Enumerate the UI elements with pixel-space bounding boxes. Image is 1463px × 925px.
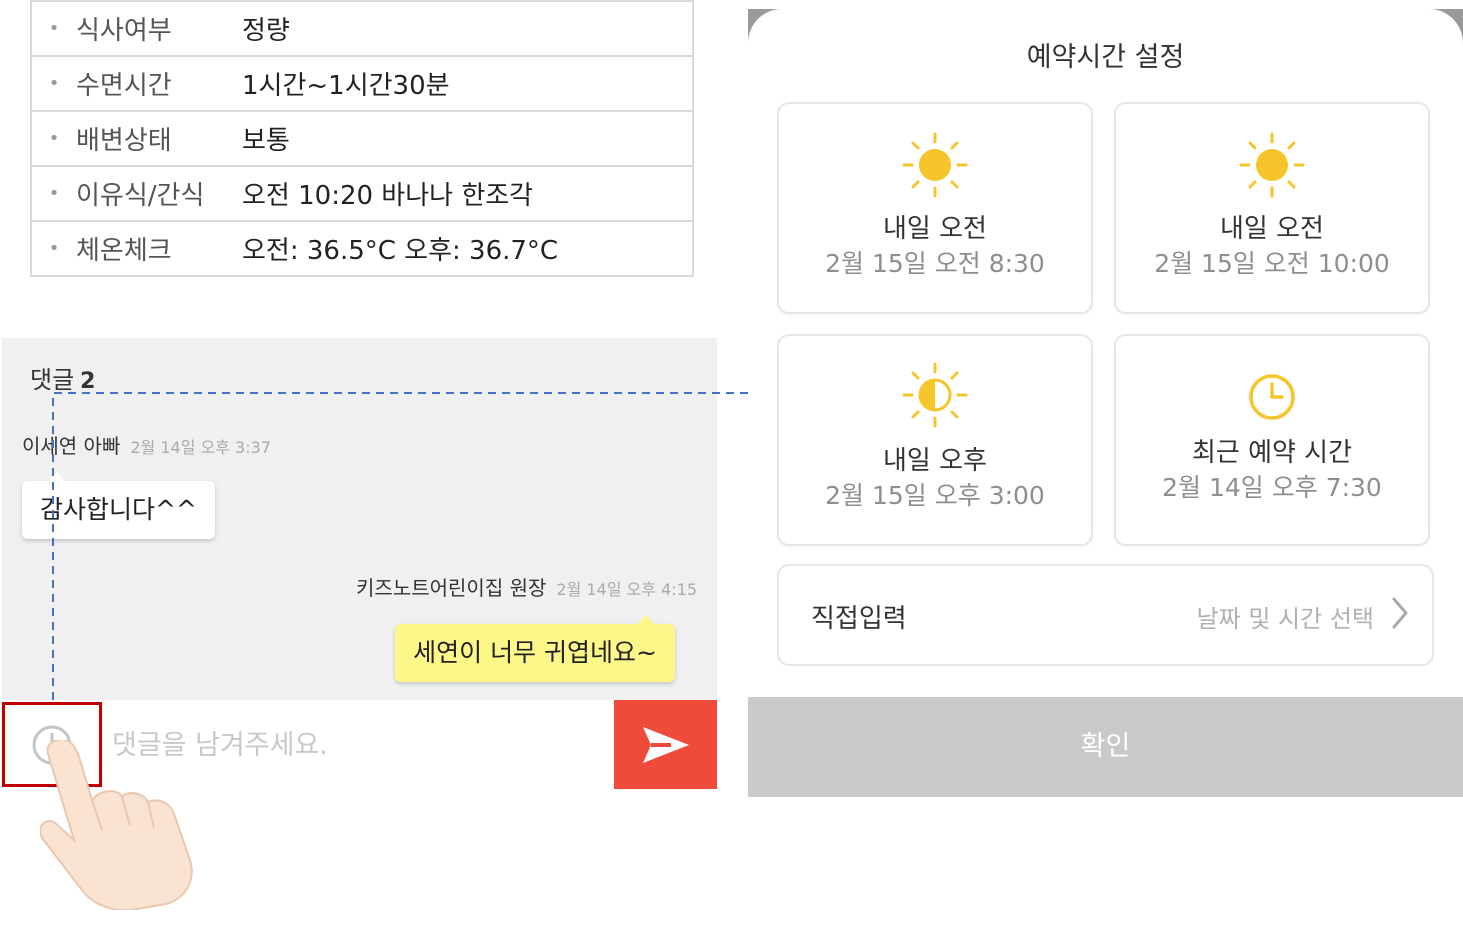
option-datetime: 2월 15일 오전 10:00 <box>1154 249 1390 278</box>
reservation-sheet-body: 예약시간 설정 내일 오전 2월 15일 오전 8:30 내일 오전 2월 15… <box>748 9 1463 697</box>
comment-author[interactable]: 키즈노트어린이집 원장 <box>356 576 546 600</box>
option-title: 내일 오전 <box>883 214 987 244</box>
comment-bubble[interactable]: 세연이 너무 귀엽네요~ <box>395 615 675 682</box>
comment-meta: 키즈노트어린이집 원장 2월 14일 오후 4:15 <box>356 572 697 601</box>
option-title: 내일 오전 <box>1220 214 1324 244</box>
option-title: 최근 예약 시간 <box>1191 438 1353 468</box>
comments-title: 댓글 <box>30 366 75 394</box>
reservation-option-tomorrow-afternoon[interactable]: 내일 오후 2월 15일 오후 3:00 <box>777 334 1093 546</box>
direct-input-hint: 날짜 및 시간 선택 <box>1196 605 1374 633</box>
option-title: 내일 오후 <box>883 446 987 476</box>
info-value: 오전 10:20 바나나 한조각 <box>242 181 534 211</box>
info-row-meal: • 식사여부 정량 <box>32 0 692 55</box>
confirm-button[interactable]: 확인 <box>748 697 1463 797</box>
info-label: 이유식/간식 <box>76 181 205 211</box>
pointing-hand-icon <box>40 740 193 910</box>
send-button[interactable] <box>614 700 717 789</box>
reservation-time-sheet: 예약시간 설정 내일 오전 2월 15일 오전 8:30 내일 오전 2월 15… <box>748 9 1463 797</box>
comment-bubble[interactable]: 감사합니다^^ <box>22 472 215 539</box>
info-value: 보통 <box>242 126 290 156</box>
comment-meta: 이세연 아빠 2월 14일 오후 3:37 <box>22 430 271 459</box>
daily-report-table: • 식사여부 정량 • 수면시간 1시간~1시간30분 • 배변상태 보통 • … <box>30 0 694 277</box>
reservation-option-tomorrow-morning-2[interactable]: 내일 오전 2월 15일 오전 10:00 <box>1114 102 1430 314</box>
option-datetime: 2월 15일 오전 8:30 <box>825 249 1045 278</box>
info-value: 오전: 36.5°C 오후: 36.7°C <box>242 236 559 266</box>
chevron-right-icon <box>1392 597 1408 629</box>
bullet-icon: • <box>48 18 60 39</box>
option-datetime: 2월 14일 오후 7:30 <box>1162 473 1382 502</box>
sun-icon <box>902 132 968 198</box>
info-value: 정량 <box>242 16 290 46</box>
direct-input-label: 직접입력 <box>811 604 907 634</box>
comments-section: 댓글 2 이세연 아빠 2월 14일 오후 3:37 감사합니다^^ 키즈노트어린이… <box>2 338 717 700</box>
info-value: 1시간~1시간30분 <box>242 71 450 101</box>
info-row-snack: • 이유식/간식 오전 10:20 바나나 한조각 <box>32 165 692 220</box>
info-row-bowel: • 배변상태 보통 <box>32 110 692 165</box>
info-label: 배변상태 <box>76 126 172 156</box>
reservation-title: 예약시간 설정 <box>1026 42 1185 73</box>
comments-count: 2 <box>80 369 96 394</box>
info-row-sleep: • 수면시간 1시간~1시간30분 <box>32 55 692 110</box>
comment-time: 2월 14일 오후 4:15 <box>556 580 697 599</box>
comment-author[interactable]: 이세연 아빠 <box>22 434 120 458</box>
bullet-icon: • <box>48 183 60 204</box>
reservation-option-tomorrow-morning-1[interactable]: 내일 오전 2월 15일 오전 8:30 <box>777 102 1093 314</box>
option-datetime: 2월 15일 오후 3:00 <box>825 481 1045 510</box>
bullet-icon: • <box>48 128 60 149</box>
comment-time: 2월 14일 오후 3:37 <box>130 438 271 457</box>
reservation-option-recent-time[interactable]: 최근 예약 시간 2월 14일 오후 7:30 <box>1114 334 1430 546</box>
half-sun-icon <box>902 362 968 428</box>
info-row-temperature: • 체온체크 오전: 36.5°C 오후: 36.7°C <box>32 220 692 275</box>
clock-icon <box>1249 374 1295 420</box>
bullet-icon: • <box>48 238 60 259</box>
direct-input-row[interactable]: 직접입력 날짜 및 시간 선택 <box>777 564 1434 666</box>
info-label: 식사여부 <box>76 16 172 46</box>
bullet-icon: • <box>48 73 60 94</box>
info-label: 수면시간 <box>76 71 172 101</box>
info-label: 체온체크 <box>76 236 172 266</box>
send-icon <box>642 726 689 763</box>
comments-header: 댓글 2 <box>30 360 95 395</box>
sun-icon <box>1239 132 1305 198</box>
